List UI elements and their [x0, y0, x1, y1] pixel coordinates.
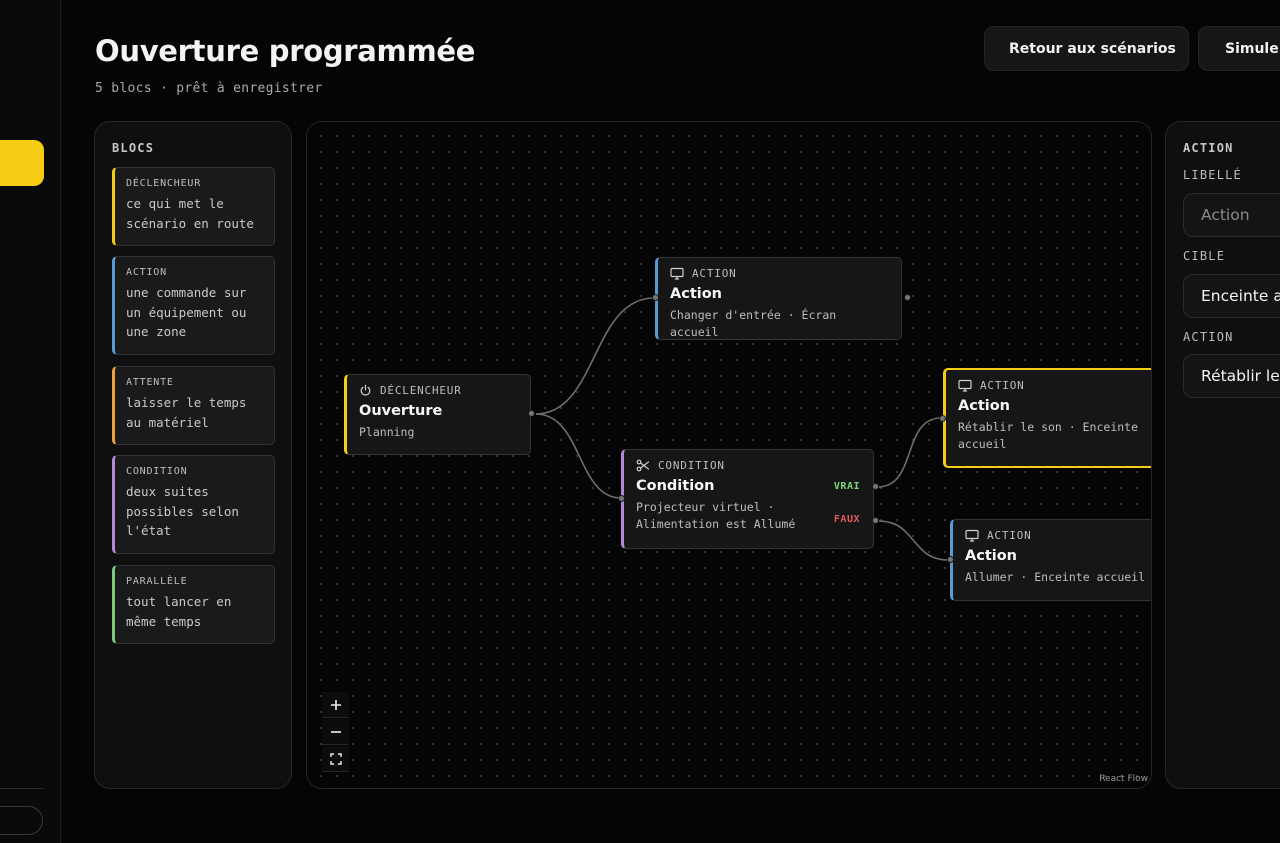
app-sidebar — [0, 0, 61, 843]
node-title: Condition — [636, 478, 715, 494]
fit-view-icon — [329, 752, 342, 765]
zoom-in-button[interactable] — [322, 692, 349, 718]
page-subtitle: 5 blocs · prêt à enregistrer — [95, 81, 323, 96]
node-input-handle[interactable] — [618, 495, 625, 502]
monitor-icon — [670, 267, 684, 280]
node-subtitle: Planning — [359, 425, 415, 439]
node-action-allumer[interactable]: ACTION Action Allumer · Enceinte accueil — [947, 519, 1151, 601]
node-action-changer-entree[interactable]: ACTION Action Changer d'entrée · Écran a… — [652, 257, 911, 340]
condition-true-label: VRAI — [833, 481, 860, 492]
action-field-label: ACTION — [1183, 330, 1234, 344]
sidebar-bottom-button[interactable] — [0, 806, 43, 835]
condition-false-label: FAUX — [833, 514, 860, 525]
palette-heading: BLOCS — [112, 141, 155, 155]
node-kind-label: DÉCLENCHEUR — [380, 384, 462, 397]
node-input-handle[interactable] — [939, 415, 946, 422]
edge-trigger-to-condition — [535, 413, 622, 499]
palette-item-kind: CONDITION — [126, 466, 188, 477]
back-to-scenarios-button[interactable]: Retour aux scénarios — [984, 26, 1189, 71]
branch-icon — [636, 459, 650, 472]
node-trigger[interactable]: DÉCLENCHEUR Ouverture Planning — [344, 374, 535, 455]
palette-item-description: laisser le temps au matériel — [126, 395, 247, 430]
flow-canvas[interactable]: DÉCLENCHEUR Ouverture Planning ACTION Ac… — [306, 121, 1152, 789]
palette-item-kind: DÉCLENCHEUR — [126, 178, 202, 189]
node-kind-label: ACTION — [692, 267, 737, 280]
node-kind-label: ACTION — [987, 529, 1032, 542]
node-kind: ACTION — [670, 267, 889, 280]
palette-item-kind: ACTION — [126, 267, 167, 278]
target-field-label: CIBLE — [1183, 249, 1226, 263]
palette-item-action[interactable]: ACTION une commande sur un équipement ou… — [112, 256, 275, 355]
palette-item-condition[interactable]: CONDITION deux suites possibles selon l'… — [112, 455, 275, 554]
node-subtitle: Changer d'entrée · Écran accueil — [670, 308, 837, 339]
node-subtitle: Allumer · Enceinte accueil — [965, 570, 1146, 584]
node-title: Action — [958, 398, 1011, 414]
palette-item-description: deux suites possibles selon l'état — [126, 484, 239, 538]
node-input-handle[interactable] — [947, 556, 954, 563]
blocks-palette: BLOCS DÉCLENCHEUR ce qui met le scénario… — [94, 121, 292, 789]
minus-icon — [330, 730, 341, 733]
palette-item-parallele[interactable]: PARALLÈLE tout lancer en même temps — [112, 565, 275, 644]
plus-icon — [330, 699, 341, 710]
back-button-label: Retour aux scénarios — [1009, 40, 1176, 57]
sidebar-active-item[interactable] — [0, 140, 44, 186]
condition-true-handle[interactable] — [872, 483, 879, 490]
inspector-panel: ACTION LIBELLÉ Action CIBLE Enceinte acc… — [1165, 121, 1280, 789]
page-title: Ouverture programmée — [95, 34, 476, 68]
simulate-button[interactable]: Simule — [1198, 26, 1280, 71]
node-kind-label: ACTION — [980, 379, 1025, 392]
power-icon — [360, 384, 371, 396]
palette-item-description: ce qui met le scénario en route — [126, 196, 254, 231]
edge-trigger-to-action — [535, 297, 655, 415]
label-input[interactable]: Action — [1183, 193, 1280, 237]
node-kind: ACTION — [958, 379, 1141, 392]
sidebar-divider — [0, 788, 44, 789]
node-title: Action — [965, 548, 1018, 564]
edge-condition-false — [877, 520, 950, 561]
action-select[interactable]: Rétablir le son — [1183, 354, 1280, 398]
zoom-out-button[interactable] — [322, 719, 349, 745]
fit-view-button[interactable] — [322, 746, 349, 772]
node-subtitle: Rétablir le son · Enceinte accueil — [958, 420, 1139, 451]
node-condition[interactable]: CONDITION Condition Projecteur virtuel ·… — [618, 449, 879, 549]
node-kind: CONDITION — [636, 459, 861, 472]
palette-item-attente[interactable]: ATTENTE laisser le temps au matériel — [112, 366, 275, 445]
palette-item-declencheur[interactable]: DÉCLENCHEUR ce qui met le scénario en ro… — [112, 167, 275, 246]
node-title: Action — [670, 286, 723, 302]
palette-item-description: tout lancer en même temps — [126, 594, 232, 629]
node-action-retablir-son[interactable]: ACTION Action Rétablir le son · Enceinte… — [939, 368, 1151, 468]
palette-item-description: une commande sur un équipement ou une zo… — [126, 285, 247, 339]
node-output-handle[interactable] — [904, 294, 911, 301]
inspector-heading: ACTION — [1183, 141, 1234, 155]
node-input-handle[interactable] — [652, 294, 659, 301]
label-field-label: LIBELLÉ — [1183, 168, 1242, 182]
monitor-icon — [958, 379, 972, 392]
node-output-handle[interactable] — [528, 410, 535, 417]
node-subtitle: Projecteur virtuel · Alimentation est Al… — [636, 500, 796, 531]
simulate-button-label: Simule — [1225, 40, 1279, 57]
node-kind: DÉCLENCHEUR — [359, 384, 518, 397]
edge-condition-true — [877, 417, 942, 488]
monitor-icon — [965, 529, 979, 542]
target-select[interactable]: Enceinte accueil — [1183, 274, 1280, 318]
node-kind-label: CONDITION — [658, 459, 725, 472]
react-flow-attribution[interactable]: React Flow — [1099, 774, 1148, 784]
condition-false-handle[interactable] — [872, 517, 879, 524]
node-kind: ACTION — [965, 529, 1147, 542]
palette-item-kind: PARALLÈLE — [126, 576, 188, 587]
node-title: Ouverture — [359, 403, 443, 419]
palette-item-kind: ATTENTE — [126, 377, 174, 388]
